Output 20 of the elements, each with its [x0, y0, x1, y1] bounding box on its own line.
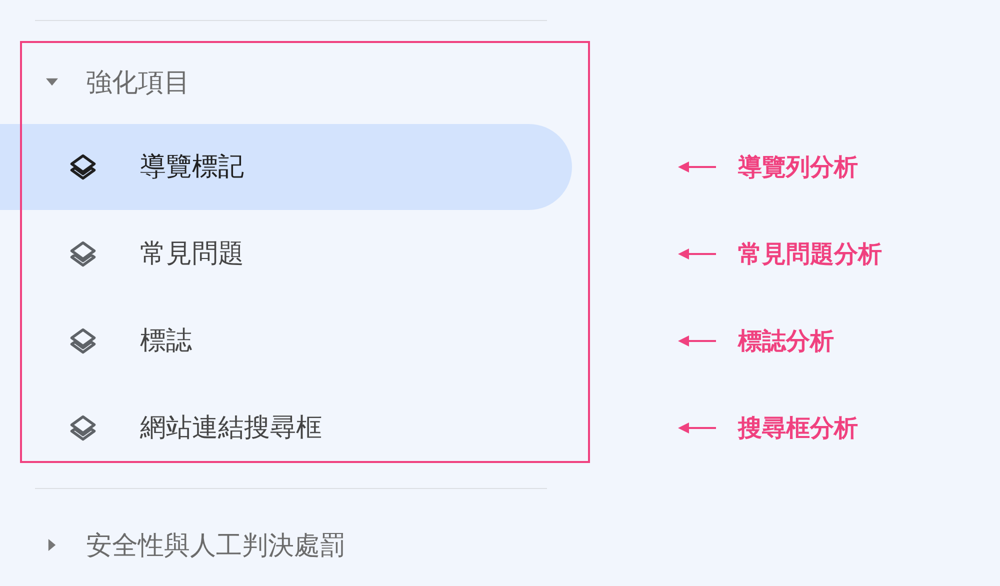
sidebar-item[interactable]: 網站連結搜尋框 — [0, 384, 572, 470]
arrow-icon — [678, 334, 716, 346]
layers-icon — [68, 152, 98, 182]
annotation-text: 導覽列分析 — [738, 152, 858, 182]
layers-icon — [68, 238, 98, 268]
arrow-icon — [678, 248, 716, 260]
caret-icon[interactable] — [46, 76, 58, 88]
section-title[interactable]: 強化項目 — [86, 64, 190, 100]
sidebar-item[interactable]: 標誌 — [0, 298, 572, 384]
sidebar-item[interactable]: 常見問題 — [0, 210, 572, 296]
sidebar-item[interactable]: 導覽標記 — [0, 124, 572, 210]
annotation-text: 常見問題分析 — [738, 238, 882, 270]
layers-icon — [68, 326, 98, 356]
annotation-text: 搜尋框分析 — [738, 412, 858, 444]
arrow-icon — [678, 160, 716, 172]
section-title[interactable]: 安全性與人工判決處罰 — [86, 528, 346, 562]
layers-icon — [68, 412, 98, 442]
caret-icon[interactable] — [46, 539, 58, 551]
annotation-text: 標誌分析 — [738, 326, 834, 356]
arrow-icon — [678, 422, 716, 434]
